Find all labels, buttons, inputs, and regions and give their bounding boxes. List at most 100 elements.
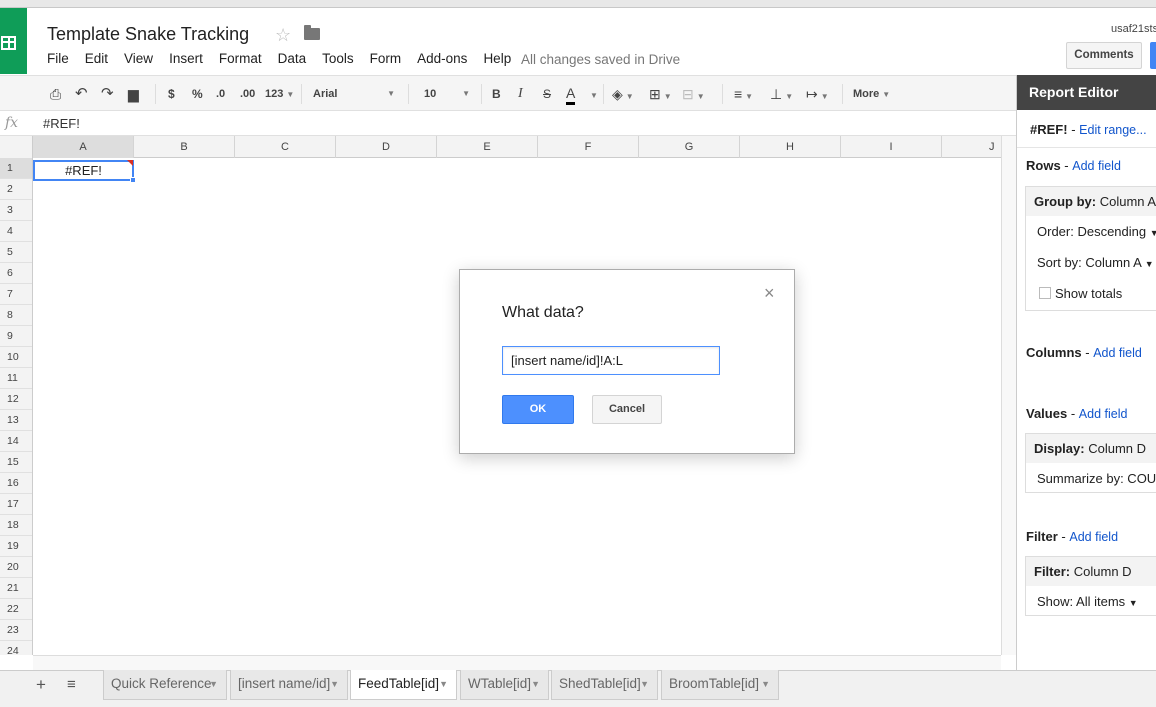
row-header-18[interactable]: 18 (0, 515, 32, 536)
menu-edit[interactable]: Edit (85, 51, 108, 66)
row-header-4[interactable]: 4 (0, 221, 32, 242)
fill-handle[interactable] (130, 177, 136, 183)
save-status[interactable]: All changes saved in Drive (521, 52, 680, 67)
all-sheets-menu-icon[interactable]: ≡ (67, 676, 76, 693)
row-header-12[interactable]: 12 (0, 389, 32, 410)
row-header-21[interactable]: 21 (0, 578, 32, 599)
column-header-i[interactable]: I (841, 136, 942, 158)
share-button[interactable] (1150, 42, 1156, 69)
italic-button[interactable]: I (518, 85, 523, 103)
row-header-9[interactable]: 9 (0, 326, 32, 347)
fill-color-icon[interactable]: ◈ ▼ (612, 85, 634, 103)
filter-header[interactable]: Filter: Column D (1026, 557, 1156, 586)
star-icon[interactable]: ☆ (275, 25, 291, 46)
text-wrap-icon[interactable]: ↦ ▼ (806, 85, 829, 103)
column-header-h[interactable]: H (740, 136, 841, 158)
horizontal-align-icon[interactable]: ≡ ▼ (734, 85, 753, 103)
group-by-header[interactable]: Group by: Column A (1026, 187, 1156, 216)
row-header-20[interactable]: 20 (0, 557, 32, 578)
row-header-17[interactable]: 17 (0, 494, 32, 515)
sort-by-dropdown[interactable]: Sort by: Column A ▼ (1026, 247, 1156, 278)
formula-input[interactable]: #REF! (43, 116, 80, 131)
merge-cells-icon[interactable]: ⊟ ▼ (682, 85, 705, 103)
column-header-g[interactable]: G (639, 136, 740, 158)
chevron-down-icon[interactable]: ▼ (531, 670, 540, 698)
row-header-23[interactable]: 23 (0, 620, 32, 641)
menu-insert[interactable]: Insert (169, 51, 203, 66)
strikethrough-button[interactable]: S (543, 85, 551, 103)
row-header-24[interactable]: 24 (0, 641, 32, 655)
row-header-13[interactable]: 13 (0, 410, 32, 431)
order-dropdown[interactable]: Order: Descending ▼ (1026, 216, 1156, 247)
vertical-align-icon[interactable]: ⊥ ▼ (770, 85, 793, 103)
sheet-tab-insert-name-id[interactable]: [insert name/id] ▼ (230, 670, 348, 700)
row-header-15[interactable]: 15 (0, 452, 32, 473)
vertical-scrollbar[interactable] (1001, 136, 1016, 655)
menu-data[interactable]: Data (278, 51, 307, 66)
row-header-7[interactable]: 7 (0, 284, 32, 305)
user-account[interactable]: usaf21sts (1111, 23, 1156, 35)
currency-format-button[interactable]: $ (168, 85, 175, 103)
font-family-select[interactable]: Arial ▼ (313, 85, 395, 103)
redo-icon[interactable]: ↷ (101, 85, 114, 103)
column-header-e[interactable]: E (437, 136, 538, 158)
column-header-a[interactable]: A (33, 136, 134, 158)
values-add-field-link[interactable]: Add field (1079, 407, 1128, 421)
chevron-down-icon[interactable]: ▼ (439, 670, 448, 698)
menu-add-ons[interactable]: Add-ons (417, 51, 467, 66)
row-header-1[interactable]: 1 (0, 158, 32, 179)
chevron-down-icon[interactable]: ▼ (640, 670, 649, 698)
horizontal-scrollbar[interactable] (33, 655, 1001, 670)
menu-format[interactable]: Format (219, 51, 262, 66)
show-totals-checkbox[interactable] (1039, 287, 1051, 299)
document-title[interactable]: Template Snake Tracking (47, 24, 249, 45)
row-header-3[interactable]: 3 (0, 200, 32, 221)
formula-bar[interactable]: fx #REF! (0, 112, 1016, 136)
menu-form[interactable]: Form (370, 51, 402, 66)
column-header-d[interactable]: D (336, 136, 437, 158)
menu-view[interactable]: View (124, 51, 153, 66)
row-header-5[interactable]: 5 (0, 242, 32, 263)
increase-decimals-button[interactable]: .00 (240, 85, 255, 103)
more-formats-button[interactable]: 123 ▼ (265, 85, 294, 103)
filter-add-field-link[interactable]: Add field (1069, 530, 1118, 544)
sheet-tab-shedtable[interactable]: ShedTable[id] ▼ (551, 670, 658, 700)
chevron-down-icon[interactable]: ▼ (209, 670, 218, 698)
sheet-tab-feedtable[interactable]: FeedTable[id] ▼ (350, 670, 457, 700)
row-header-14[interactable]: 14 (0, 431, 32, 452)
percent-format-button[interactable]: % (192, 85, 203, 103)
column-header-b[interactable]: B (134, 136, 235, 158)
row-header-10[interactable]: 10 (0, 347, 32, 368)
cancel-button[interactable]: Cancel (592, 395, 662, 424)
menu-help[interactable]: Help (483, 51, 511, 66)
sheet-tab-wtable[interactable]: WTable[id] ▼ (460, 670, 549, 700)
borders-icon[interactable]: ⊞ ▼ (649, 85, 672, 103)
chevron-down-icon[interactable]: ▼ (330, 670, 339, 698)
menu-tools[interactable]: Tools (322, 51, 354, 66)
row-header-16[interactable]: 16 (0, 473, 32, 494)
rows-add-field-link[interactable]: Add field (1072, 159, 1121, 173)
text-color-button[interactable]: A (566, 85, 576, 105)
add-sheet-button[interactable]: + (36, 675, 46, 695)
show-totals-row[interactable]: Show totals (1026, 278, 1156, 309)
row-header-8[interactable]: 8 (0, 305, 32, 326)
more-button[interactable]: More ▼ (853, 85, 890, 103)
row-header-2[interactable]: 2 (0, 179, 32, 200)
chevron-down-icon[interactable]: ▼ (761, 670, 770, 698)
sheet-tab-quick-reference[interactable]: Quick Reference ▼ (103, 670, 227, 700)
select-all-corner[interactable] (0, 136, 33, 158)
row-header-22[interactable]: 22 (0, 599, 32, 620)
data-range-input[interactable] (502, 346, 720, 375)
row-header-19[interactable]: 19 (0, 536, 32, 557)
decrease-decimals-button[interactable]: .0 (216, 85, 225, 103)
font-size-select[interactable]: 10 ▼ (424, 85, 470, 103)
sheet-tab-broomtable[interactable]: BroomTable[id] ▼ (661, 670, 779, 700)
comments-button[interactable]: Comments (1066, 42, 1142, 69)
menu-file[interactable]: File (47, 51, 69, 66)
show-items-dropdown[interactable]: Show: All items ▼ (1026, 586, 1156, 617)
summarize-dropdown[interactable]: Summarize by: COU (1026, 463, 1156, 494)
row-header-6[interactable]: 6 (0, 263, 32, 284)
edit-range-link[interactable]: Edit range... (1079, 123, 1146, 137)
paint-format-icon[interactable]: ▆ (128, 85, 139, 103)
active-cell-a1[interactable]: #REF! (33, 160, 134, 181)
